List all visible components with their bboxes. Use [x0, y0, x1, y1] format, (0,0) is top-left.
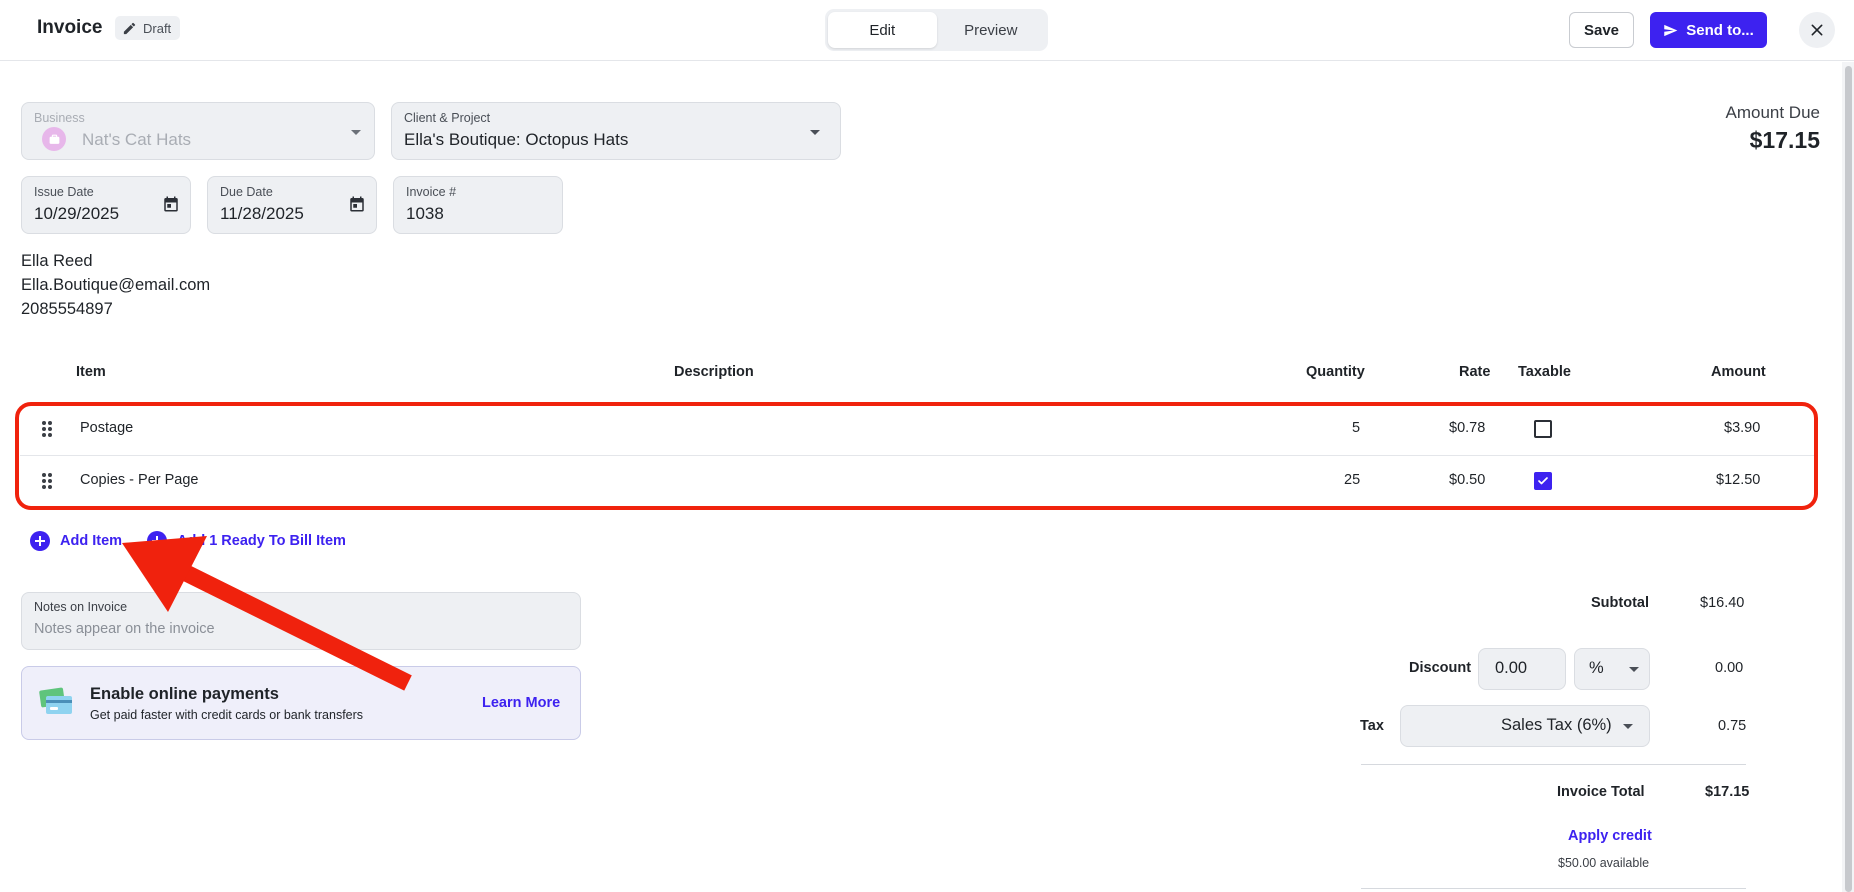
- check-icon: [1538, 477, 1548, 485]
- contact-name: Ella Reed: [21, 252, 93, 270]
- contact-email: Ella.Boutique@email.com: [21, 276, 211, 294]
- taxable-checkbox[interactable]: [1534, 472, 1552, 490]
- amount-due-label: Amount Due: [1725, 103, 1821, 122]
- contact-phone: 2085554897: [21, 300, 113, 318]
- row-quantity[interactable]: 25: [1344, 472, 1360, 488]
- top-bar: Invoice Draft Edit Preview Save Send to.…: [0, 0, 1854, 61]
- discount-label: Discount: [1409, 660, 1472, 676]
- totals-divider: [1361, 764, 1746, 765]
- row-amount: $12.50: [1716, 472, 1761, 488]
- add-item-button[interactable]: Add Item: [30, 531, 122, 551]
- column-header-description: Description: [674, 364, 754, 380]
- discount-unit-value: %: [1589, 659, 1604, 677]
- amount-due-value: $17.15: [1749, 127, 1820, 153]
- status-badge: Draft: [115, 16, 181, 40]
- briefcase-icon: [42, 127, 66, 151]
- totals-bottom-divider: [1361, 888, 1746, 889]
- payments-title: Enable online payments: [90, 685, 279, 703]
- row-quantity[interactable]: 5: [1352, 420, 1360, 436]
- discount-value: 0.00: [1715, 660, 1744, 676]
- issue-date-value: 10/29/2025: [34, 204, 120, 223]
- subtotal-value: $16.40: [1700, 595, 1745, 611]
- scrollbar-thumb[interactable]: [1845, 66, 1852, 892]
- add-item-label: Add Item: [60, 533, 123, 549]
- chevron-down-icon: [810, 130, 820, 135]
- column-header-quantity: Quantity: [1306, 364, 1365, 380]
- online-payments-card: Enable online payments Get paid faster w…: [21, 666, 581, 740]
- payment-cards-icon: [39, 687, 72, 714]
- drag-handle-icon[interactable]: [42, 473, 52, 489]
- apply-credit-link[interactable]: Apply credit: [1568, 828, 1652, 844]
- taxable-checkbox[interactable]: [1534, 420, 1552, 438]
- notes-field[interactable]: Notes on Invoice: [21, 592, 581, 650]
- issue-date-label: Issue Date: [34, 185, 94, 199]
- discount-input[interactable]: 0.00: [1478, 648, 1566, 690]
- subtotal-label: Subtotal: [1591, 595, 1649, 611]
- due-date-label: Due Date: [220, 185, 273, 199]
- pencil-icon: [123, 22, 136, 34]
- invoice-number-value: 1038: [406, 204, 444, 223]
- business-value: Nat's Cat Hats: [82, 130, 192, 149]
- close-icon: [1811, 24, 1823, 36]
- chevron-down-icon: [351, 130, 361, 135]
- chevron-down-icon: [1623, 724, 1633, 729]
- tab-preview[interactable]: Preview: [937, 12, 1046, 48]
- row-rate[interactable]: $0.50: [1449, 472, 1485, 488]
- row-item[interactable]: Copies - Per Page: [80, 472, 198, 488]
- credit-available-text: $50.00 available: [1558, 856, 1650, 870]
- issue-date-field[interactable]: Issue Date 10/29/2025: [21, 176, 191, 234]
- column-header-taxable: Taxable: [1518, 364, 1571, 380]
- invoice-total-value: $17.15: [1705, 784, 1750, 800]
- add-ready-to-bill-label: Add 1 Ready To Bill Item: [177, 533, 346, 549]
- chevron-down-icon: [1629, 667, 1639, 672]
- tax-label: Tax: [1360, 718, 1384, 734]
- column-header-item: Item: [76, 364, 106, 380]
- payments-subtitle: Get paid faster with credit cards or ban…: [90, 708, 364, 722]
- client-project-select[interactable]: Client & Project Ella's Boutique: Octopu…: [391, 102, 841, 160]
- notes-input[interactable]: [34, 621, 564, 637]
- plus-circle-icon: [30, 531, 50, 551]
- add-ready-to-bill-button[interactable]: Add 1 Ready To Bill Item: [147, 531, 346, 551]
- plus-circle-icon: [147, 531, 167, 551]
- status-badge-label: Draft: [143, 20, 172, 36]
- invoice-number-field[interactable]: Invoice # 1038: [393, 176, 563, 234]
- row-amount: $3.90: [1724, 420, 1761, 436]
- column-header-rate: Rate: [1459, 364, 1491, 380]
- discount-input-value: 0.00: [1495, 659, 1528, 677]
- send-icon: [1664, 24, 1678, 36]
- client-project-label: Client & Project: [404, 111, 491, 125]
- learn-more-link[interactable]: Learn More: [482, 695, 560, 711]
- due-date-value: 11/28/2025: [220, 204, 304, 223]
- due-date-field[interactable]: Due Date 11/28/2025: [207, 176, 377, 234]
- tab-edit[interactable]: Edit: [828, 12, 937, 48]
- business-label: Business: [34, 111, 85, 125]
- row-rate[interactable]: $0.78: [1449, 420, 1485, 436]
- business-select: Business Nat's Cat Hats: [21, 102, 375, 160]
- discount-unit-select[interactable]: %: [1574, 648, 1650, 690]
- drag-handle-icon[interactable]: [42, 421, 52, 437]
- close-button[interactable]: [1799, 12, 1835, 48]
- send-button[interactable]: Send to...: [1650, 12, 1767, 48]
- client-project-value: Ella's Boutique: Octopus Hats: [404, 130, 629, 149]
- view-toggle: Edit Preview: [825, 9, 1048, 51]
- tax-select[interactable]: Sales Tax (6%): [1400, 705, 1650, 747]
- tax-select-value: Sales Tax (6%): [1501, 716, 1612, 734]
- send-button-label: Send to...: [1686, 21, 1754, 39]
- calendar-icon[interactable]: [348, 195, 366, 213]
- notes-label: Notes on Invoice: [34, 600, 128, 614]
- invoice-total-label: Invoice Total: [1557, 784, 1645, 800]
- page-title: Invoice: [37, 17, 103, 38]
- row-item[interactable]: Postage: [80, 420, 133, 436]
- column-header-amount: Amount: [1711, 364, 1766, 380]
- save-button[interactable]: Save: [1569, 12, 1634, 48]
- calendar-icon[interactable]: [162, 195, 180, 213]
- invoice-number-label: Invoice #: [406, 185, 457, 199]
- tax-value: 0.75: [1718, 718, 1747, 734]
